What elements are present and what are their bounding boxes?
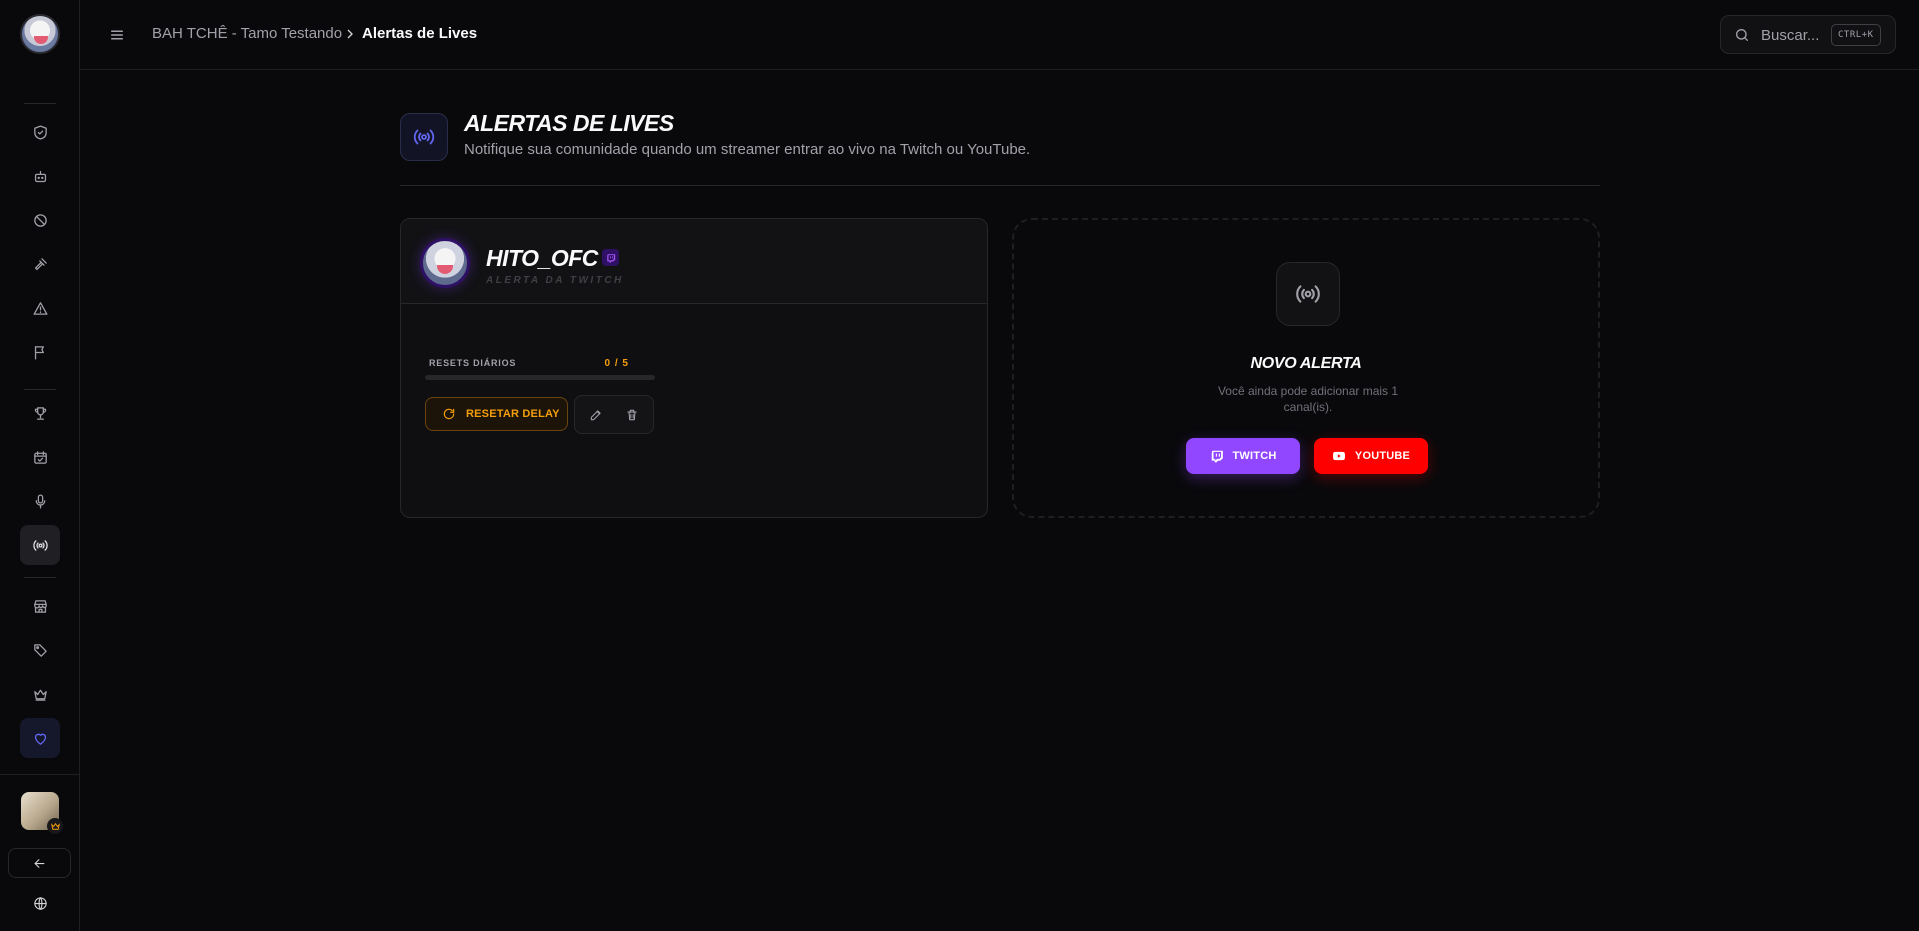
add-youtube-button[interactable]: YOUTUBE: [1314, 438, 1428, 474]
sidebar-bottom-divider: [0, 774, 80, 775]
arrow-left-icon: [34, 858, 45, 868]
sidebar-divider: [24, 103, 56, 104]
edit-alert-button[interactable]: [587, 406, 605, 424]
new-alert-title: NOVO ALERTA: [1250, 355, 1362, 372]
sidebar-item-support[interactable]: [20, 718, 60, 758]
chevron-right-icon: [342, 26, 358, 42]
flag-icon: [34, 345, 44, 360]
gavel-icon: [34, 257, 47, 270]
daily-resets-progress: [425, 375, 655, 380]
new-alert-description: Você ainda pode adicionar mais 1 canal(i…: [1217, 384, 1399, 414]
heart-icon: [34, 733, 46, 745]
trophy-icon: [34, 406, 46, 420]
breadcrumb-server[interactable]: BAH TCHÊ - Tamo Testando: [152, 25, 342, 42]
search-input[interactable]: Buscar... CTRL+K: [1720, 15, 1896, 54]
back-button[interactable]: [8, 848, 71, 878]
streamer-name: HITO_OFC: [486, 245, 598, 271]
sidebar-item-store[interactable]: [20, 586, 60, 626]
new-alert-icon: [1276, 262, 1340, 326]
crown-icon: [50, 822, 60, 830]
sidebar-item-premium[interactable]: [20, 674, 60, 714]
microphone-icon: [35, 493, 45, 509]
add-twitch-label: TWITCH: [1232, 450, 1277, 462]
reset-delay-button[interactable]: RESETAR DELAY: [425, 397, 568, 431]
sidebar-divider: [24, 577, 56, 578]
warning-icon: [32, 301, 48, 315]
alert-card-header: HITO_OFC ALERTA DA TWITCH: [401, 219, 987, 304]
sidebar-item-moderation[interactable]: [20, 112, 60, 152]
streamer-avatar: [420, 238, 470, 288]
search-shortcut-badge: CTRL+K: [1831, 24, 1881, 46]
sidebar: [0, 0, 80, 931]
sidebar-item-bans[interactable]: [20, 200, 60, 240]
hamburger-menu-icon: [111, 30, 123, 40]
add-youtube-label: YOUTUBE: [1354, 450, 1411, 462]
user-avatar[interactable]: [21, 792, 63, 834]
bot-icon: [34, 170, 46, 182]
reset-delay-label: RESETAR DELAY: [466, 408, 560, 420]
sidebar-item-ranking[interactable]: [20, 393, 60, 433]
crown-icon: [33, 689, 47, 701]
sidebar-item-warnings[interactable]: [20, 288, 60, 328]
new-alert-card: NOVO ALERTA Você ainda pode adicionar ma…: [1012, 218, 1600, 518]
radio-broadcast-icon: [32, 539, 48, 551]
twitch-badge: [602, 249, 619, 266]
page-title: ALERTAS DE LIVES: [464, 110, 674, 136]
alert-platform-label: ALERTA DA TWITCH: [486, 275, 624, 286]
globe-icon: [33, 896, 47, 910]
top-bar: BAH TCHÊ - Tamo Testando Alertas de Live…: [80, 0, 1919, 70]
pencil-icon: [590, 410, 601, 421]
sidebar-item-punishments[interactable]: [20, 244, 60, 284]
search-placeholder: Buscar...: [1761, 27, 1820, 44]
page-subtitle: Notifique sua comunidade quando um strea…: [464, 141, 1031, 158]
sidebar-item-voice[interactable]: [20, 481, 60, 521]
language-button[interactable]: [25, 892, 55, 914]
page-header-icon: [400, 113, 448, 161]
sidebar-item-events[interactable]: [20, 437, 60, 477]
breadcrumb-current: Alertas de Lives: [362, 25, 478, 42]
server-logo[interactable]: [20, 14, 60, 54]
trash-icon: [627, 409, 637, 421]
radio-broadcast-icon: [413, 129, 435, 145]
store-icon: [33, 599, 47, 613]
search-icon: [1734, 27, 1750, 43]
shield-check-icon: [33, 124, 47, 140]
delete-alert-button[interactable]: [623, 406, 641, 424]
daily-resets-label: RESETS DIÁRIOS: [429, 358, 517, 368]
add-twitch-button[interactable]: TWITCH: [1186, 438, 1300, 474]
refresh-icon: [443, 408, 455, 420]
twitch-icon: [606, 253, 615, 263]
live-alert-card: HITO_OFC ALERTA DA TWITCH RESETS DIÁRIOS…: [400, 218, 988, 518]
sidebar-divider: [24, 389, 56, 390]
daily-resets-count: 0 / 5: [604, 358, 629, 369]
sidebar-item-tags[interactable]: [20, 630, 60, 670]
alert-actions: [574, 395, 654, 434]
page-divider: [400, 185, 1600, 186]
sidebar-item-reports[interactable]: [20, 332, 60, 372]
sidebar-item-live-alerts[interactable]: [20, 525, 60, 565]
menu-toggle-button[interactable]: [108, 26, 126, 44]
radio-broadcast-icon: [1296, 285, 1320, 303]
twitch-icon: [1211, 450, 1223, 463]
sidebar-item-bot[interactable]: [20, 156, 60, 196]
tag-icon: [33, 643, 47, 657]
premium-crown-badge: [47, 818, 63, 834]
ban-icon: [33, 213, 47, 227]
calendar-check-icon: [33, 450, 47, 464]
youtube-icon: [1332, 451, 1345, 461]
